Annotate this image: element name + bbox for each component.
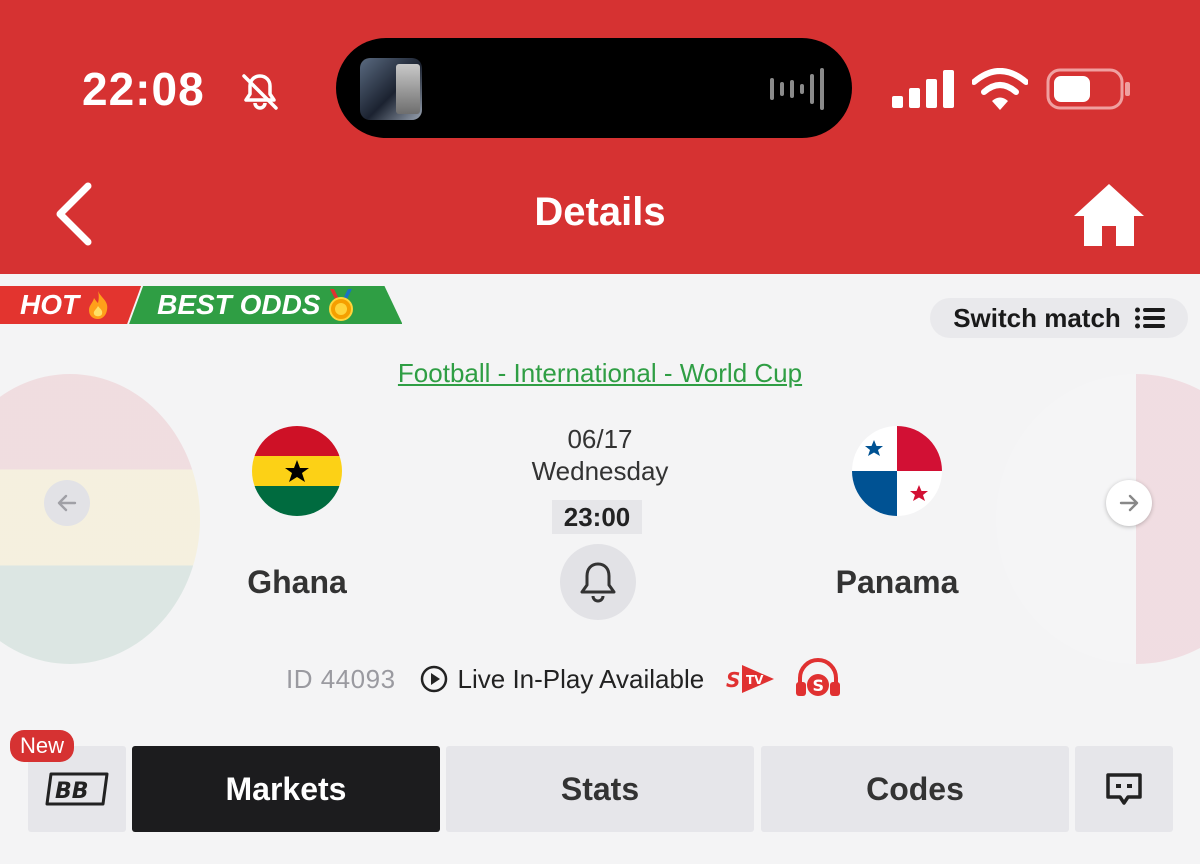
stv-icon[interactable]: S TV <box>724 661 776 697</box>
match-date: 06/17 <box>567 424 633 454</box>
dynamic-island[interactable] <box>336 38 852 138</box>
ghana-flag-icon <box>252 426 342 516</box>
medal-icon <box>326 289 356 321</box>
bet-builder-icon: BB <box>45 772 109 806</box>
home-button[interactable] <box>1072 182 1146 248</box>
best-odds-badge: BEST ODDS <box>129 286 402 324</box>
album-art <box>360 58 422 120</box>
list-icon <box>1134 307 1165 329</box>
panama-flag-background <box>996 374 1200 664</box>
detail-tabs: BB New Markets Stats Codes <box>0 730 1200 832</box>
promo-badges: HOT BEST ODDS <box>0 286 402 324</box>
cellular-signal-icon <box>892 70 954 108</box>
chat-icon <box>1106 773 1142 805</box>
home-team-name: Ghana <box>247 564 347 600</box>
match-id: ID 44093 <box>286 663 396 694</box>
app-header: 22:08 Details <box>0 0 1200 274</box>
hot-badge: HOT <box>0 286 141 324</box>
match-reminder-button[interactable] <box>560 544 636 620</box>
arrow-right-icon <box>1119 494 1139 512</box>
battery-icon <box>1046 68 1130 110</box>
best-odds-label: BEST ODDS <box>157 289 321 320</box>
status-time: 22:08 <box>82 63 205 115</box>
match-info-row: ID 44093 Live In-Play Available S TV S <box>286 658 842 697</box>
away-team-name: Panama <box>835 564 959 600</box>
bell-icon <box>580 562 616 603</box>
bell-slash-icon <box>242 74 278 110</box>
arrow-left-icon <box>57 494 77 512</box>
svg-text:S: S <box>726 668 740 692</box>
svg-text:BB: BB <box>55 779 89 804</box>
fire-icon <box>85 290 111 320</box>
live-audio-icon[interactable]: S <box>794 658 842 700</box>
live-in-play-label: Live In-Play Available <box>457 663 705 694</box>
svg-text:TV: TV <box>746 673 764 687</box>
match-kickoff-time: 23:00 <box>552 500 642 534</box>
play-circle-icon <box>420 665 447 693</box>
svg-text:S: S <box>813 676 825 695</box>
new-badge: New <box>10 730 75 762</box>
hot-badge-label: HOT <box>20 289 80 320</box>
wifi-icon <box>972 68 1028 110</box>
tab-codes[interactable]: Codes <box>761 746 1069 832</box>
competition-link[interactable]: Football - International - World Cup <box>0 358 1200 389</box>
switch-match-label: Switch match <box>953 302 1121 333</box>
switch-match-button[interactable]: Switch match <box>930 298 1188 338</box>
ghana-flag-background <box>0 374 200 664</box>
match-day: Wednesday <box>531 456 669 486</box>
page-title: Details <box>534 190 666 234</box>
tab-chat[interactable] <box>1075 746 1173 832</box>
previous-match-button[interactable] <box>44 480 90 526</box>
tab-markets[interactable]: Markets <box>132 746 440 832</box>
tab-stats[interactable]: Stats <box>446 746 754 832</box>
next-match-button[interactable] <box>1106 480 1152 526</box>
match-details-panel: HOT BEST ODDS Switch match Football - In… <box>0 274 1200 864</box>
panama-flag-icon <box>852 426 942 516</box>
audio-waveform-icon <box>770 68 824 110</box>
